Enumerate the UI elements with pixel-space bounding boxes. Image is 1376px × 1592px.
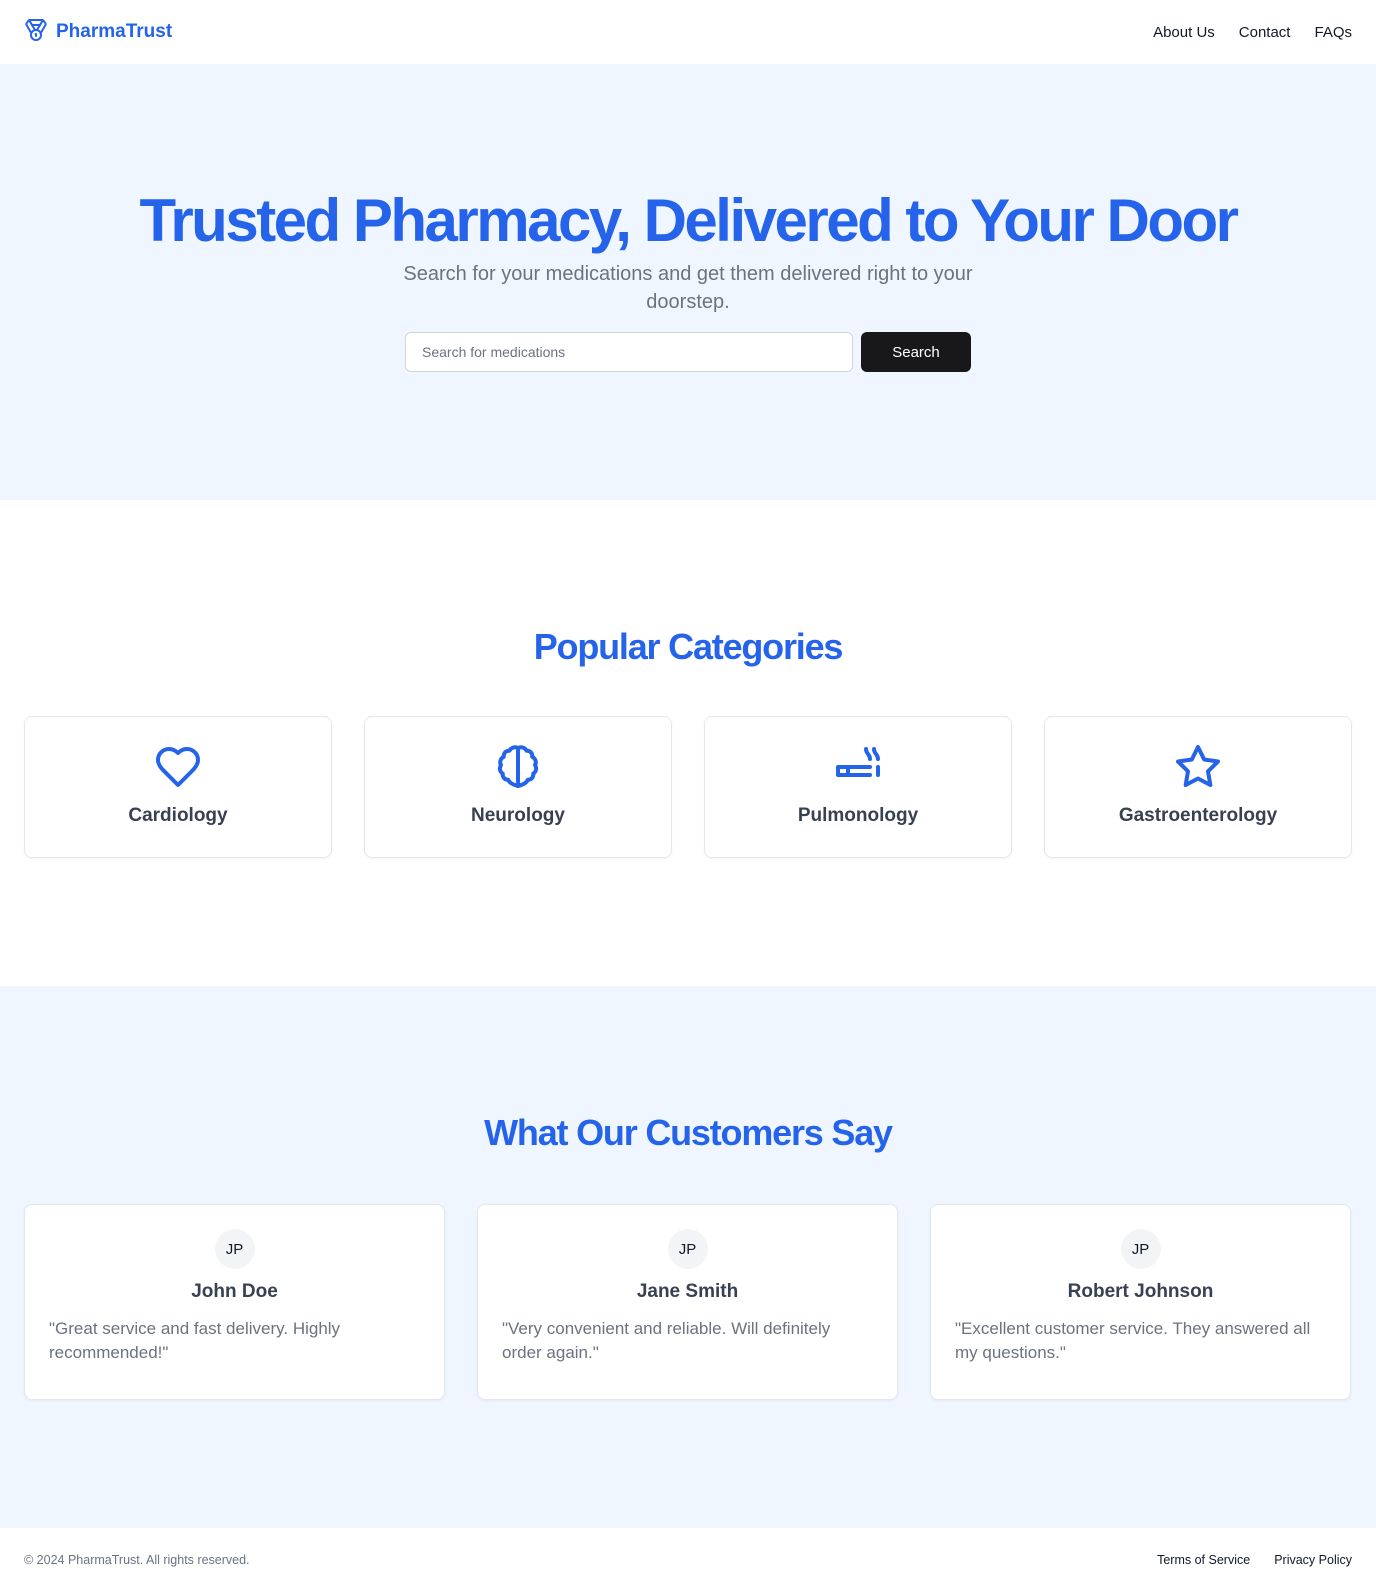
brand-link[interactable]: PharmaTrust	[24, 18, 172, 47]
category-label: Cardiology	[128, 805, 228, 826]
categories-title: Popular Categories	[533, 626, 844, 667]
testimonials-section: What Our Customers Say JP John Doe "Grea…	[0, 986, 1376, 1528]
main-nav: About Us Contact FAQs	[1153, 24, 1352, 41]
categories-section: Popular Categories Cardiology Neurology	[0, 500, 1376, 986]
category-label: Pulmonology	[797, 805, 919, 826]
avatar: JP	[667, 1229, 708, 1269]
brain-icon	[494, 743, 542, 791]
heart-icon	[154, 743, 202, 791]
category-label: Gastroenterology	[1118, 805, 1278, 826]
category-card-cardiology[interactable]: Cardiology	[24, 716, 332, 858]
footer-link-privacy[interactable]: Privacy Policy	[1274, 1553, 1352, 1567]
avatar: JP	[1120, 1229, 1161, 1269]
search-input[interactable]	[405, 332, 853, 372]
testimonials-title: What Our Customers Say	[484, 1112, 893, 1153]
nav-contact[interactable]: Contact	[1239, 24, 1291, 41]
category-card-neurology[interactable]: Neurology	[364, 716, 672, 858]
testimonial-card: JP John Doe "Great service and fast deli…	[24, 1204, 445, 1400]
category-card-gastroenterology[interactable]: Gastroenterology	[1044, 716, 1352, 858]
testimonial-card: JP Robert Johnson "Excellent customer se…	[930, 1204, 1351, 1400]
testimonial-quote: "Very convenient and reliable. Will defi…	[502, 1319, 831, 1362]
footer-links: Terms of Service Privacy Policy	[1157, 1553, 1352, 1567]
site-header: PharmaTrust About Us Contact FAQs	[0, 0, 1376, 64]
search-form: Search	[405, 332, 971, 372]
copyright-text: © 2024 PharmaTrust. All rights reserved.	[24, 1553, 250, 1567]
cigarette-icon	[834, 743, 882, 791]
testimonial-name: Jane Smith	[636, 1281, 739, 1302]
category-label: Neurology	[471, 805, 565, 826]
category-card-pulmonology[interactable]: Pulmonology	[704, 716, 1012, 858]
avatar: JP	[214, 1229, 255, 1269]
footer-link-terms[interactable]: Terms of Service	[1157, 1553, 1250, 1567]
medal-icon	[24, 18, 48, 47]
nav-about-us[interactable]: About Us	[1153, 24, 1215, 41]
testimonial-quote: "Great service and fast delivery. Highly…	[49, 1319, 341, 1362]
hero-title: Trusted Pharmacy, Delivered to Your Door	[139, 187, 1239, 254]
testimonial-name: Robert Johnson	[1067, 1281, 1214, 1302]
categories-grid: Cardiology Neurology Pulmonology Gastroe…	[24, 716, 1352, 858]
site-footer: © 2024 PharmaTrust. All rights reserved.…	[0, 1528, 1376, 1592]
hero-section: Trusted Pharmacy, Delivered to Your Door…	[0, 64, 1376, 500]
brand-name: PharmaTrust	[56, 21, 173, 42]
testimonial-card: JP Jane Smith "Very convenient and relia…	[477, 1204, 898, 1400]
star-icon	[1174, 743, 1222, 791]
testimonial-quote: "Excellent customer service. They answer…	[955, 1319, 1311, 1362]
nav-faqs[interactable]: FAQs	[1314, 24, 1352, 41]
hero-subtitle: Search for your medications and get them…	[403, 263, 973, 313]
search-button[interactable]: Search	[861, 332, 971, 372]
testimonial-name: John Doe	[191, 1281, 278, 1302]
testimonials-grid: JP John Doe "Great service and fast deli…	[24, 1204, 1352, 1400]
